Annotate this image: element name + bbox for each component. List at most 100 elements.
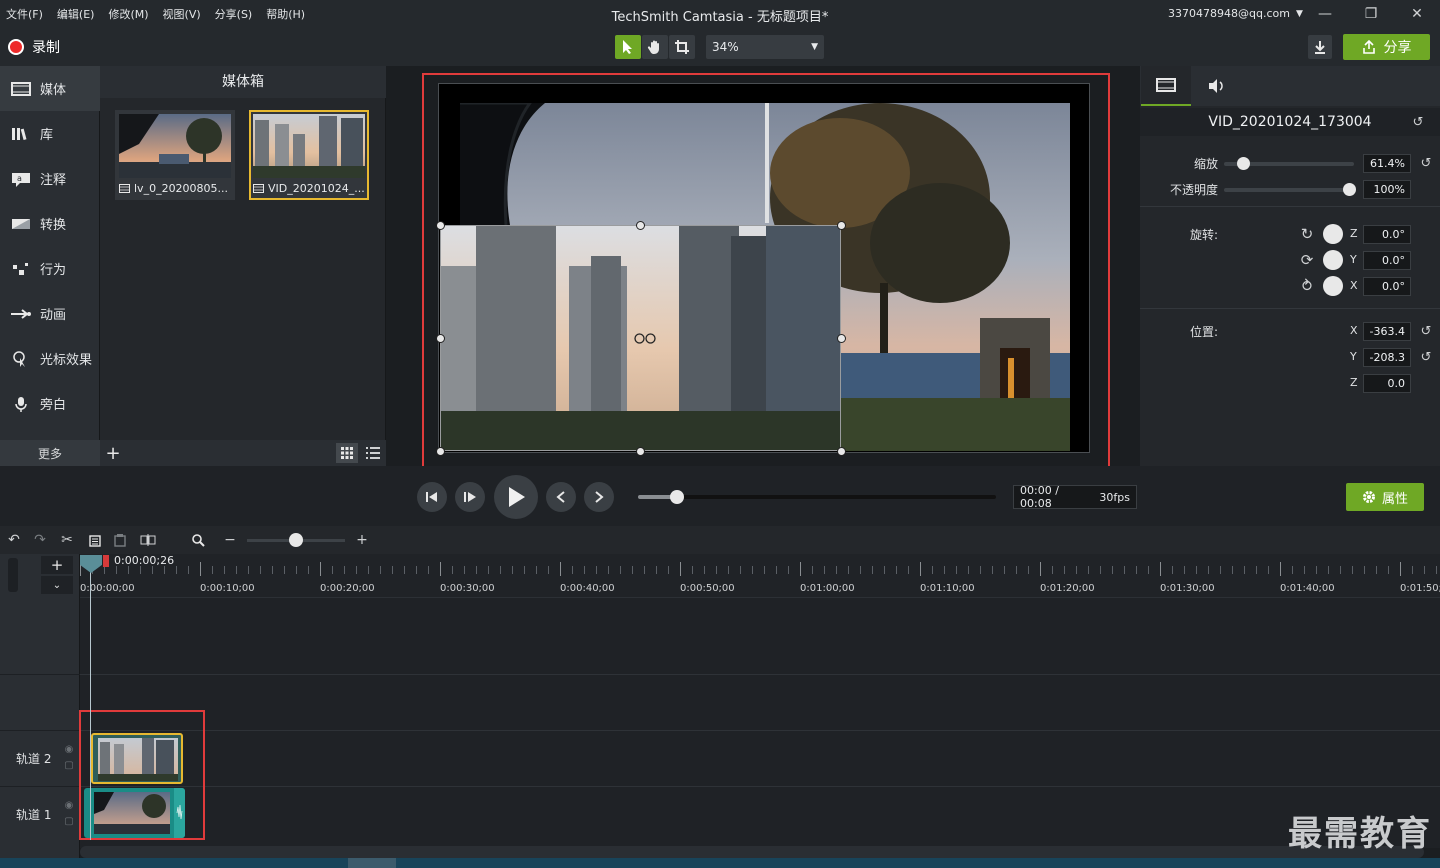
sidebar-item-behaviors[interactable]: 行为 [0,246,100,291]
sidebar-item-voice-narration[interactable]: 旁白 [0,381,100,426]
tick-label: 0:00:00;00 [80,583,135,594]
rotation-z-dial[interactable] [1323,224,1343,244]
menu-share[interactable]: 分享(S) [215,6,253,22]
download-button[interactable] [1308,35,1332,59]
track-label-1[interactable]: 轨道 1 [0,786,80,842]
add-track-icon[interactable]: + [41,556,73,574]
media-item[interactable]: lv_0_20200805... [115,110,235,200]
track-divider [80,786,1440,787]
rotate-x-icon: ⥁ [1301,277,1313,295]
reset-icon[interactable]: ↺ [1419,350,1433,365]
divider [1140,308,1440,309]
timeline-scrollbar[interactable] [80,846,1424,858]
crop-tool-button[interactable] [669,35,695,59]
sidebar-item-label: 旁白 [40,398,67,413]
sidebar-item-label: 动画 [40,308,67,323]
sidebar-item-transitions[interactable]: 转换 [0,201,100,246]
opacity-slider-knob[interactable] [1343,183,1356,196]
rotation-y-dial[interactable] [1323,250,1343,270]
media-caption: VID_20201024_... [253,182,365,195]
scale-slider-knob[interactable] [1237,157,1250,170]
previous-marker-button[interactable] [546,482,576,512]
pan-tool-button[interactable] [642,35,668,59]
animation-icon [11,308,31,319]
sidebar-item-annotations[interactable]: a 注释 [0,156,100,201]
share-button[interactable]: 分享 [1343,34,1430,60]
menu-help[interactable]: 帮助(H) [266,6,305,22]
properties-button[interactable]: 属性 [1346,483,1424,511]
restore-icon[interactable]: ❐ [1351,0,1391,28]
menu-modify[interactable]: 修改(M) [108,6,148,22]
rotation-y-field[interactable]: 0.0° [1363,251,1411,270]
grid-view-icon[interactable] [336,443,358,463]
record-button[interactable]: 录制 [8,36,60,58]
next-marker-button[interactable] [584,482,614,512]
position-x-field[interactable]: -363.4 [1363,322,1411,341]
add-media-icon[interactable]: + [104,443,122,464]
reset-icon[interactable]: ↺ [1419,324,1433,339]
zoom-dropdown[interactable]: 34% ▼ [706,35,824,59]
opacity-field[interactable]: 100% [1363,180,1411,199]
lock-icon[interactable]: ▢ [63,760,75,771]
sidebar-item-library[interactable]: 库 [0,111,100,156]
ruler-major-ticks [80,562,1440,576]
close-icon[interactable]: ✕ [1397,0,1437,28]
minimize-icon[interactable]: — [1305,0,1345,28]
eye-icon[interactable]: ◉ [63,800,75,811]
scale-field[interactable]: 61.4% [1363,154,1411,173]
media-thumbnail [119,114,231,178]
tick-label: 0:01:30;00 [1160,583,1215,594]
pointer-icon [623,40,632,54]
paste-icon[interactable] [109,530,131,550]
list-view-icon[interactable] [362,443,384,463]
scroll-thumb[interactable] [348,858,396,868]
tab-visual-properties[interactable] [1141,66,1191,106]
track-height-slider[interactable] [8,558,18,592]
highlight-box [79,710,205,840]
undo-icon[interactable]: ↶ [3,530,25,550]
tick-label: 0:01:10;00 [920,583,975,594]
cut-icon[interactable]: ✂ [56,530,78,550]
copy-icon[interactable] [83,530,105,550]
sidebar-item-animations[interactable]: 动画 [0,291,100,336]
timeline-zoom-knob[interactable] [289,533,303,547]
menu-edit[interactable]: 编辑(E) [57,6,95,22]
opacity-slider[interactable] [1224,188,1354,192]
timeline-ruler[interactable] [80,554,1440,598]
track-label-2[interactable]: 轨道 2 [0,730,80,786]
zoom-out-icon[interactable]: − [219,530,241,550]
rotation-z-field[interactable]: 0.0° [1363,225,1411,244]
timeline-tracks[interactable] [80,598,1440,848]
sidebar-item-label: 转换 [40,218,67,233]
menu-view[interactable]: 视图(V) [163,6,201,22]
split-icon[interactable] [137,530,159,550]
scrubber-track[interactable] [638,495,996,499]
film-icon [11,81,31,96]
rotation-x-dial[interactable] [1323,276,1343,296]
eye-icon[interactable]: ◉ [63,744,75,755]
sidebar-item-media[interactable]: 媒体 [0,66,100,111]
chevron-left-icon [556,491,565,503]
zoom-fit-icon[interactable] [187,530,209,550]
select-tool-button[interactable] [615,35,641,59]
step-back-button[interactable] [417,482,447,512]
more-button[interactable]: 更多 [0,440,100,466]
lock-icon[interactable]: ▢ [63,816,75,827]
media-item[interactable]: VID_20201024_... [249,110,369,200]
menu-file[interactable]: 文件(F) [6,6,43,22]
time-readout: 00:00 / 00:08 [1020,484,1059,510]
scrubber-knob[interactable] [670,490,684,504]
chevron-down-icon[interactable]: ⌄ [41,576,73,594]
sidebar-item-cursor-effects[interactable]: 光标效果 [0,336,100,381]
account-menu[interactable]: 3370478948@qq.com ▼ [1168,7,1303,20]
step-forward-button[interactable] [455,482,485,512]
zoom-in-icon[interactable]: + [351,530,373,550]
rotation-x-field[interactable]: 0.0° [1363,277,1411,296]
reset-icon[interactable]: ↺ [1419,156,1433,171]
reset-icon[interactable]: ↺ [1411,115,1425,130]
position-y-field[interactable]: -208.3 [1363,348,1411,367]
redo-icon[interactable]: ↷ [29,530,51,550]
play-button[interactable] [494,475,538,519]
tab-audio-properties[interactable] [1191,66,1241,106]
position-z-field[interactable]: 0.0 [1363,374,1411,393]
